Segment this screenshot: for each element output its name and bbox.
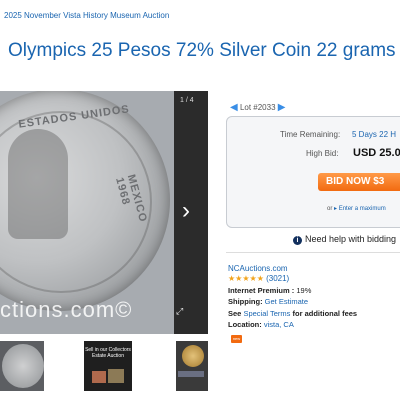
star-rating-icon: ★★★★★ xyxy=(228,274,264,283)
or-text: or xyxy=(327,206,333,212)
bid-now-button[interactable]: BID NOW $3 xyxy=(318,173,400,191)
enter-maximum-link[interactable]: Enter a maximum xyxy=(339,206,386,212)
coin-figure xyxy=(8,129,68,239)
chevron-right-icon: ▸ xyxy=(334,206,338,212)
divider xyxy=(226,252,400,253)
watermark: ctions.com© xyxy=(0,297,133,322)
time-remaining-label: Time Remaining: xyxy=(280,130,341,139)
premium-value: 19% xyxy=(296,286,312,295)
internet-premium-row: Internet Premium : 19% xyxy=(228,286,311,295)
next-image-icon[interactable]: › xyxy=(182,199,190,223)
get-estimate-link[interactable]: Get Estimate xyxy=(265,297,308,306)
premium-label: Internet Premium : xyxy=(228,286,295,295)
prev-lot-icon[interactable]: ◀ xyxy=(230,102,238,113)
shipping-label: Shipping: xyxy=(228,297,263,306)
rating-count: (3021) xyxy=(266,274,290,283)
bid-now-label: BID NOW $3 xyxy=(326,176,385,187)
high-bid-label: High Bid: xyxy=(306,149,339,158)
thumbnail-estate-ad[interactable]: Sell in our Collectors Estate Auction xyxy=(84,341,132,391)
next-lot-icon[interactable]: ▶ xyxy=(278,102,286,113)
thumbnail-coin[interactable] xyxy=(0,341,44,391)
new-badge: new xyxy=(231,335,242,343)
time-remaining-value: 5 Days 22 H xyxy=(352,130,397,139)
high-bid-value: USD 25.0 xyxy=(353,147,400,159)
coin-image: ESTADOS UNIDOS MEXICO 1968 xyxy=(0,91,170,311)
breadcrumb[interactable]: 2025 November Vista History Museum Aucti… xyxy=(4,11,169,20)
terms-see: See xyxy=(228,309,242,318)
image-counter: 1 / 4 xyxy=(180,97,194,104)
fullscreen-icon[interactable]: ⤢ xyxy=(176,306,192,322)
thumbnail-gold-coin[interactable] xyxy=(176,341,208,391)
lot-number: Lot #2033 xyxy=(239,103,276,112)
gallery-nav-strip xyxy=(174,91,208,334)
info-icon: i xyxy=(293,236,302,245)
max-bid-row: or ▸ Enter a maximum xyxy=(327,205,386,212)
help-text: Need help with bidding xyxy=(305,234,397,244)
lot-nav: ◀ Lot #2033 ▶ xyxy=(230,102,285,113)
help-bidding-link[interactable]: i Need help with bidding xyxy=(293,234,396,245)
thumbnail-estate-text: Sell in our Collectors Estate Auction xyxy=(85,347,131,359)
terms-row: See Special Terms for additional fees xyxy=(228,309,357,318)
page-title: Olympics 25 Pesos 72% Silver Coin 22 gra… xyxy=(8,40,396,61)
special-terms-link[interactable]: Special Terms xyxy=(243,309,290,318)
location-label: Location: xyxy=(228,320,262,329)
location-value[interactable]: vista, CA xyxy=(264,320,294,329)
terms-suffix: for additional fees xyxy=(292,309,358,318)
location-row: Location: vista, CA xyxy=(228,320,294,329)
shipping-row: Shipping: Get Estimate xyxy=(228,297,308,306)
seller-name-link[interactable]: NCAuctions.com xyxy=(228,264,288,273)
seller-rating[interactable]: ★★★★★ (3021) xyxy=(228,274,289,283)
